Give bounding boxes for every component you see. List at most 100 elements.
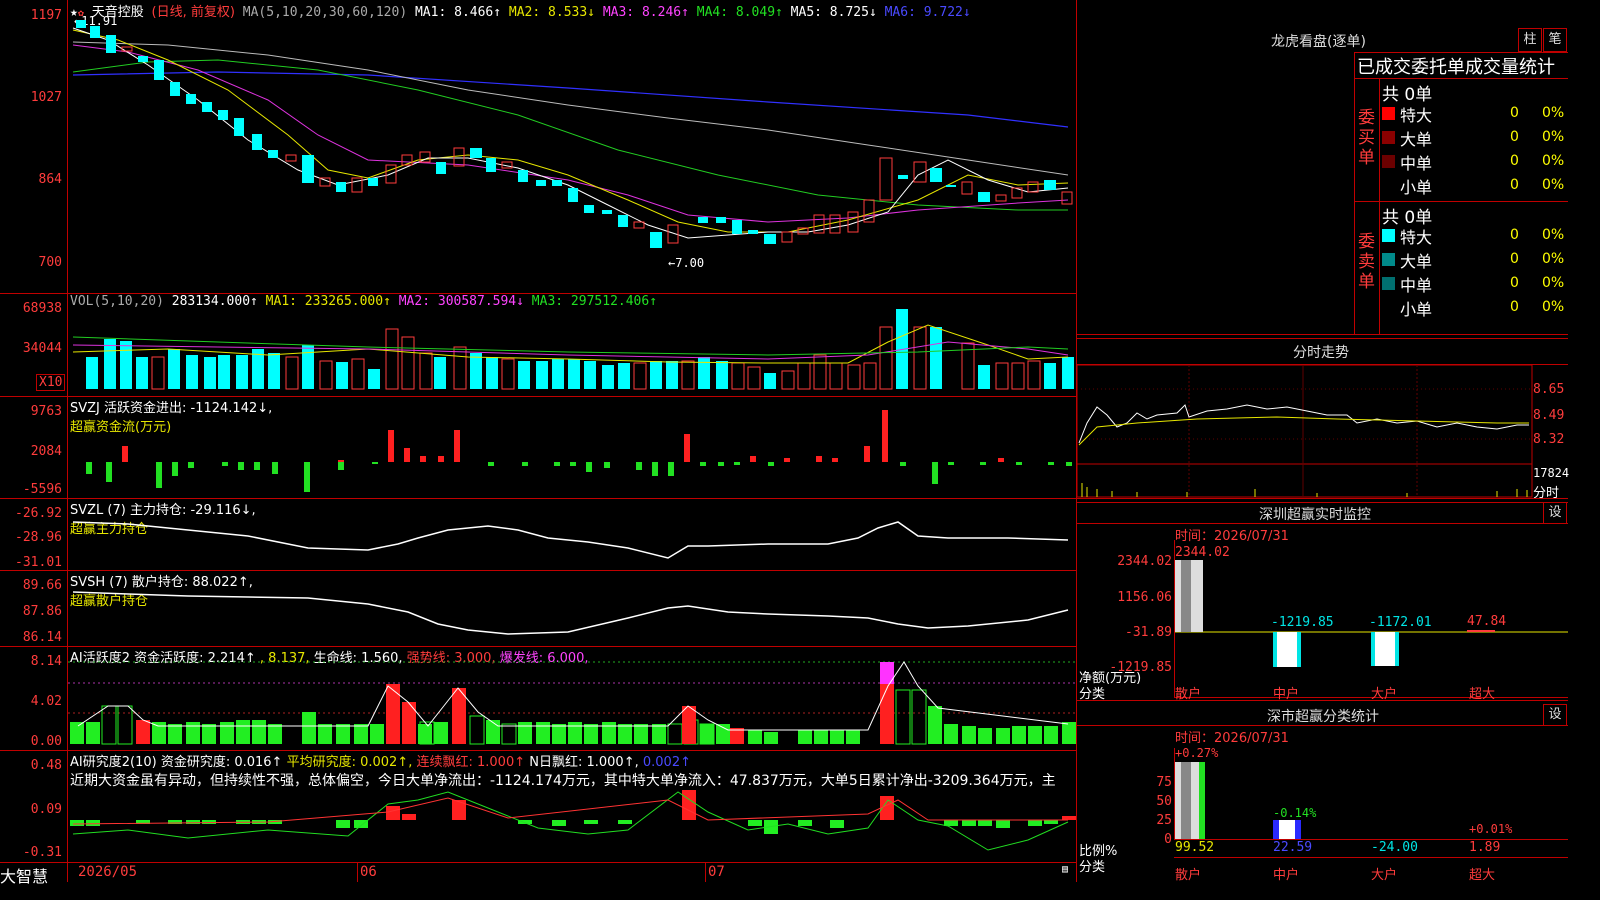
ma4-line xyxy=(72,59,1068,211)
sz-monitor-y-label: 1156.06 xyxy=(1117,590,1172,605)
sz-class-category: 超大 xyxy=(1469,868,1496,883)
ai-research-chart xyxy=(70,790,1076,851)
sz-monitor-y-label: 2344.02 xyxy=(1117,554,1172,569)
ai-research-comment: 近期大资金虽有异动，但持续性不强，总体偏空，今日大单净流出：-1124.174万… xyxy=(70,773,1056,789)
order-label: 特大 xyxy=(1400,106,1433,125)
swatch-red-icon xyxy=(1382,107,1395,120)
order-pct: 0% xyxy=(1542,129,1565,145)
order-label: 中单 xyxy=(1400,276,1433,295)
order-count: 0 xyxy=(1510,129,1519,145)
kline-y-label: 1027 xyxy=(30,90,62,105)
svzl-y-label: -28.96 xyxy=(15,530,62,545)
ai-active-y-label: 8.14 xyxy=(30,654,62,669)
sz-class-pct: -0.14% xyxy=(1273,806,1317,820)
candles xyxy=(76,20,1073,248)
sz-class-value: 1.89 xyxy=(1469,840,1501,855)
vol-unit: X10 xyxy=(36,374,66,391)
svzj-y-label: -5596 xyxy=(22,482,62,497)
ai-active-y-label: 0.00 xyxy=(30,734,62,749)
intraday-chart[interactable] xyxy=(1077,365,1533,498)
svsh-chart xyxy=(72,591,1069,635)
sz-monitor-value: -1219.85 xyxy=(1271,615,1334,630)
order-count: 0 xyxy=(1510,251,1519,267)
sz-monitor-title: 深圳超赢实时监控 xyxy=(1259,507,1371,523)
kline-chart[interactable] xyxy=(68,0,1076,292)
sz-class-pct: +0.27% xyxy=(1175,746,1219,760)
order-row: 小单 0 0% xyxy=(1382,296,1568,320)
order-label: 特大 xyxy=(1400,228,1433,247)
order-row: 中单 0 0% xyxy=(1382,272,1568,296)
ai-active-chart xyxy=(68,661,1076,745)
ai-research-label: AI研究度2(10) 资金研究度: 0.016↑ xyxy=(70,755,283,770)
intraday-y-label: 8.65 xyxy=(1533,382,1565,397)
order-label: 大单 xyxy=(1400,252,1433,271)
order-row: 特大 0 0% xyxy=(1382,224,1568,248)
ai-research-y-label: 0.48 xyxy=(30,758,62,773)
kline-y-label: 700 xyxy=(38,255,62,270)
order-pct: 0% xyxy=(1542,177,1565,193)
order-pct: 0% xyxy=(1542,153,1565,169)
order-row: 中单 0 0% xyxy=(1382,150,1568,174)
sz-class-category: 中户 xyxy=(1273,868,1300,883)
volume-chart xyxy=(72,309,1074,390)
ai-active-y-label: 4.02 xyxy=(30,694,62,709)
svsh-y-label: 87.86 xyxy=(22,604,62,619)
x-axis-label: 06 xyxy=(360,864,377,880)
order-count: 0 xyxy=(1510,227,1519,243)
ai-research-nri: N日飘红: 1.000↑, xyxy=(529,755,639,770)
sz-class-value: 22.59 xyxy=(1273,840,1313,855)
kline-y-label: 864 xyxy=(38,172,62,187)
sz-class-y-label: 75 xyxy=(1156,775,1172,790)
right-panel: 龙虎看盘(逐单) 柱 笔 已成交委托单成交量统计 委买单 委卖单 共 0单 共 … xyxy=(1077,0,1570,883)
order-count: 0 xyxy=(1510,105,1519,121)
sz-class-y-label: 25 xyxy=(1156,813,1172,828)
swatch-darkteal-icon xyxy=(1382,277,1395,290)
sz-class-y-label: 50 xyxy=(1156,794,1172,809)
lock-icon[interactable]: ▤ xyxy=(1062,864,1068,875)
order-row: 小单 0 0% xyxy=(1382,174,1568,198)
ai-research-last: 0.002↑ xyxy=(642,755,691,770)
svsh-y-label: 86.14 xyxy=(22,630,62,645)
svsh-y-label: 89.66 xyxy=(22,578,62,593)
sz-monitor-settings-button[interactable]: 设 xyxy=(1543,502,1567,524)
kline-y-label: 1197 xyxy=(30,8,62,23)
swatch-teal-icon xyxy=(1382,253,1395,266)
intraday-title: 分时走势 xyxy=(1293,345,1349,361)
order-label: 小单 xyxy=(1400,178,1433,197)
svzl-y-label: -26.92 xyxy=(15,506,62,521)
ma5-line xyxy=(72,41,1069,176)
sz-class-settings-button[interactable]: 设 xyxy=(1543,704,1567,726)
sz-monitor-value: 2344.02 xyxy=(1175,545,1230,560)
intraday-y-label: 8.49 xyxy=(1533,408,1565,423)
stats-tab-title[interactable]: 已成交委托单成交量统计 xyxy=(1357,53,1568,79)
ai-research-avg: 平均研究度: 0.002↑, xyxy=(286,755,413,770)
swatch-cyan-icon xyxy=(1382,229,1395,242)
buy-side-label: 委买单 xyxy=(1358,108,1375,168)
ai-research-y-label: 0.09 xyxy=(30,802,62,817)
order-count: 0 xyxy=(1510,299,1519,315)
order-row: 特大 0 0% xyxy=(1382,102,1568,126)
sz-class-axis-sub: 分类 xyxy=(1079,860,1106,875)
order-row: 大单 0 0% xyxy=(1382,126,1568,150)
ai-research-y-label: -0.31 xyxy=(22,845,62,860)
swatch-darkred-icon xyxy=(1382,131,1395,144)
order-pct: 0% xyxy=(1542,227,1565,243)
sz-class-value: 99.52 xyxy=(1175,840,1215,855)
sz-class-title: 深市超赢分类统计 xyxy=(1267,709,1379,725)
sz-class-pct: +0.01% xyxy=(1469,822,1513,836)
order-label: 小单 xyxy=(1400,300,1433,319)
sz-class-time: 时间：2026/07/31 xyxy=(1175,731,1289,746)
svzl-chart xyxy=(72,521,1069,559)
bar-mode-button[interactable]: 柱 xyxy=(1518,28,1542,52)
order-pct: 0% xyxy=(1542,275,1565,291)
sz-class-category: 散户 xyxy=(1175,868,1202,883)
sz-monitor-y-label: -31.89 xyxy=(1125,625,1172,640)
intraday-vol-label: 17824 xyxy=(1533,466,1570,480)
order-count: 0 xyxy=(1510,177,1519,193)
svzl-y-label: -31.01 xyxy=(15,555,62,570)
main-chart-area[interactable]: ★✿ 天音控股 (日线, 前复权) MA(5,10,20,30,60,120) … xyxy=(0,0,1077,886)
pen-mode-button[interactable]: 笔 xyxy=(1543,28,1567,52)
order-label: 中单 xyxy=(1400,154,1433,173)
brand-label: 大智慧 xyxy=(0,867,49,886)
order-pct: 0% xyxy=(1542,251,1565,267)
